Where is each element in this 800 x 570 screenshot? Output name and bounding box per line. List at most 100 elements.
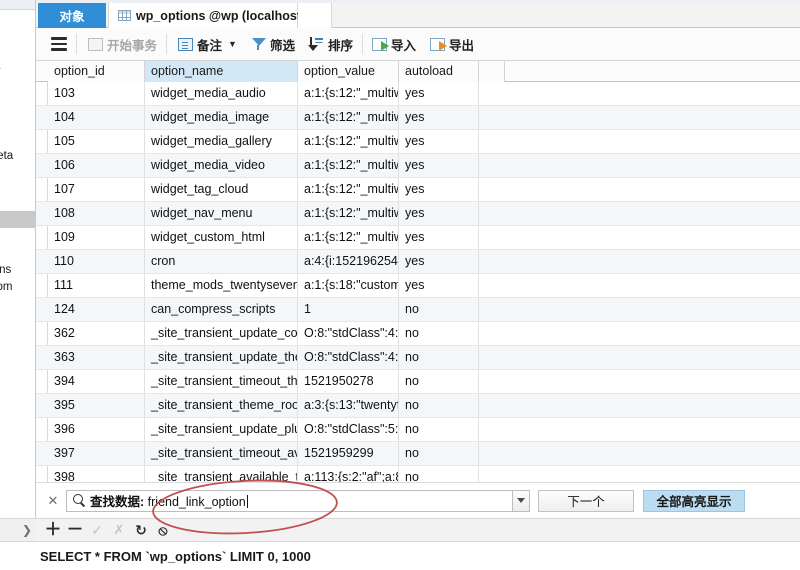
cell-option_name[interactable]: cron <box>145 250 298 273</box>
cell-option_name[interactable]: _site_transient_timeout_th <box>145 370 298 393</box>
cell-autoload[interactable]: yes <box>399 178 479 201</box>
tree-item-8[interactable] <box>0 236 35 253</box>
cell-option_id[interactable]: 398 <box>48 466 145 482</box>
cell-option_id[interactable]: 106 <box>48 154 145 177</box>
tab-wp-options[interactable]: wp_options @wp (localhost)... <box>108 3 316 28</box>
column-header-autoload[interactable]: autoload <box>399 61 479 82</box>
cell-option_name[interactable]: widget_media_audio <box>145 82 298 105</box>
cell-option_value[interactable]: a:113:{s:2:"af";a:8: <box>298 466 399 482</box>
cell-autoload[interactable]: no <box>399 418 479 441</box>
cell-autoload[interactable]: yes <box>399 154 479 177</box>
cell-option_id[interactable]: 363 <box>48 346 145 369</box>
highlight-all-button[interactable]: 全部高亮显示 <box>643 489 745 512</box>
column-header-pad[interactable] <box>479 61 505 82</box>
cell-option_name[interactable]: _site_transient_update_plu <box>145 418 298 441</box>
cell-option_id[interactable]: 394 <box>48 370 145 393</box>
note-button[interactable]: 备注 ▼ <box>169 31 244 57</box>
data-grid[interactable]: option_id option_name option_value autoload… <box>36 61 800 482</box>
table-row[interactable]: 395 _site_transient_theme_roo a:3:{s:13:"t… <box>36 394 800 418</box>
column-header-option_id[interactable]: option_id <box>48 61 145 82</box>
table-row[interactable]: 363 _site_transient_update_the O:8:"stdCla… <box>36 346 800 370</box>
cell-option_value[interactable]: 1521959299 <box>298 442 399 465</box>
column-header-option_value[interactable]: option_value <box>298 61 399 82</box>
cell-option_name[interactable]: _site_transient_update_the <box>145 346 298 369</box>
tree-item-11[interactable]: ta <box>0 297 35 314</box>
tree-item-1[interactable]: ema <box>0 58 35 75</box>
cell-autoload[interactable]: no <box>399 466 479 482</box>
tab-objects[interactable]: 对象 <box>38 3 106 28</box>
cell-option_id[interactable]: 124 <box>48 298 145 321</box>
tab-new-placeholder[interactable] <box>298 3 332 28</box>
search-input[interactable]: 查找数据: friend_link_option <box>66 489 513 512</box>
cell-autoload[interactable]: yes <box>399 274 479 297</box>
tree-item-10[interactable]: xonom <box>0 279 35 296</box>
cell-autoload[interactable]: no <box>399 322 479 345</box>
tree-item-12[interactable]: ta <box>0 319 35 336</box>
cell-autoload[interactable]: yes <box>399 82 479 105</box>
delete-record-button[interactable]: － <box>64 519 86 541</box>
table-row[interactable]: 105 widget_media_gallery a:1:{s:12:"_multi… <box>36 130 800 154</box>
table-row[interactable]: 106 widget_media_video a:1:{s:12:"_multiwi… <box>36 154 800 178</box>
apply-change-button[interactable]: ✓ <box>86 519 108 541</box>
refresh-button[interactable]: ↻ <box>130 519 152 541</box>
cell-option_id[interactable]: 396 <box>48 418 145 441</box>
cell-option_value[interactable]: a:1:{s:12:"_multiwi <box>298 154 399 177</box>
grid-header-row[interactable]: option_id option_name option_value autoload <box>36 61 800 82</box>
cell-option_id[interactable]: 103 <box>48 82 145 105</box>
cell-option_id[interactable]: 109 <box>48 226 145 249</box>
expand-button[interactable]: ❯ <box>0 519 36 541</box>
table-row[interactable]: 397 _site_transient_timeout_av 1521959299 n… <box>36 442 800 466</box>
cell-option_value[interactable]: a:1:{s:12:"_multiwi <box>298 130 399 153</box>
cell-option_value[interactable]: 1 <box>298 298 399 321</box>
cell-autoload[interactable]: no <box>399 394 479 417</box>
table-row[interactable]: 103 widget_media_audio a:1:{s:12:"_multiwi… <box>36 82 800 106</box>
cell-autoload[interactable]: yes <box>399 226 479 249</box>
table-row[interactable]: 104 widget_media_image a:1:{s:12:"_multiwi… <box>36 106 800 130</box>
table-row[interactable]: 362 _site_transient_update_co O:8:"stdClas… <box>36 322 800 346</box>
tree-item-6[interactable] <box>0 190 35 207</box>
tree-item-2[interactable] <box>0 86 35 103</box>
cell-option_name[interactable]: widget_tag_cloud <box>145 178 298 201</box>
table-row[interactable]: 108 widget_nav_menu a:1:{s:12:"_multiwi yes <box>36 202 800 226</box>
cell-autoload[interactable]: yes <box>399 202 479 225</box>
hamburger-menu-button[interactable] <box>44 31 74 57</box>
cell-option_id[interactable]: 108 <box>48 202 145 225</box>
cell-option_id[interactable]: 110 <box>48 250 145 273</box>
cell-option_id[interactable]: 104 <box>48 106 145 129</box>
stop-button[interactable]: ⦸ <box>152 519 174 541</box>
cell-option_id[interactable]: 395 <box>48 394 145 417</box>
table-row[interactable]: 109 widget_custom_html a:1:{s:12:"_multiwi… <box>36 226 800 250</box>
cell-autoload[interactable]: yes <box>399 130 479 153</box>
tree-item-0[interactable]: ma <box>0 26 35 43</box>
cell-option_value[interactable]: a:1:{s:12:"_multiwi <box>298 202 399 225</box>
cell-option_name[interactable]: _site_transient_available_t <box>145 466 298 482</box>
export-button[interactable]: 导出 <box>423 31 481 57</box>
cell-autoload[interactable]: no <box>399 442 479 465</box>
cell-option_value[interactable]: O:8:"stdClass":4:{ <box>298 346 399 369</box>
cell-option_value[interactable]: a:1:{s:12:"_multiwi <box>298 82 399 105</box>
cell-option_name[interactable]: theme_mods_twentyseven <box>145 274 298 297</box>
cell-option_value[interactable]: O:8:"stdClass":5:{ <box>298 418 399 441</box>
tree-item-5[interactable]: nts <box>0 167 35 184</box>
cell-option_name[interactable]: widget_media_video <box>145 154 298 177</box>
tree-item-9[interactable]: lations <box>0 262 35 279</box>
table-row[interactable]: 396 _site_transient_update_plu O:8:"stdCla… <box>36 418 800 442</box>
table-row[interactable]: 398 _site_transient_available_t a:113:{s:2… <box>36 466 800 482</box>
table-row[interactable]: 394 _site_transient_timeout_th 1521950278 n… <box>36 370 800 394</box>
cell-option_name[interactable]: _site_transient_update_co <box>145 322 298 345</box>
begin-transaction-button[interactable]: 开始事务 <box>79 31 164 57</box>
cell-option_id[interactable]: 397 <box>48 442 145 465</box>
cancel-change-button[interactable]: ✗ <box>108 519 130 541</box>
cell-option_name[interactable]: widget_media_gallery <box>145 130 298 153</box>
cell-option_value[interactable]: a:1:{s:12:"_multiwi <box>298 106 399 129</box>
cell-option_name[interactable]: widget_nav_menu <box>145 202 298 225</box>
cell-autoload[interactable]: yes <box>399 106 479 129</box>
find-next-button[interactable]: 下一个 <box>538 489 634 512</box>
cell-option_id[interactable]: 111 <box>48 274 145 297</box>
cell-option_value[interactable]: a:4:{i:1521962541 <box>298 250 399 273</box>
database-tree-panel[interactable]: ma ema ntmeta nts ta lations xonom ta ta <box>0 0 36 552</box>
chevron-down-icon[interactable]: ▼ <box>228 39 237 49</box>
cell-option_value[interactable]: a:1:{s:18:"custom_ <box>298 274 399 297</box>
sort-button[interactable]: 排序 <box>302 31 360 57</box>
cell-option_value[interactable]: 1521950278 <box>298 370 399 393</box>
